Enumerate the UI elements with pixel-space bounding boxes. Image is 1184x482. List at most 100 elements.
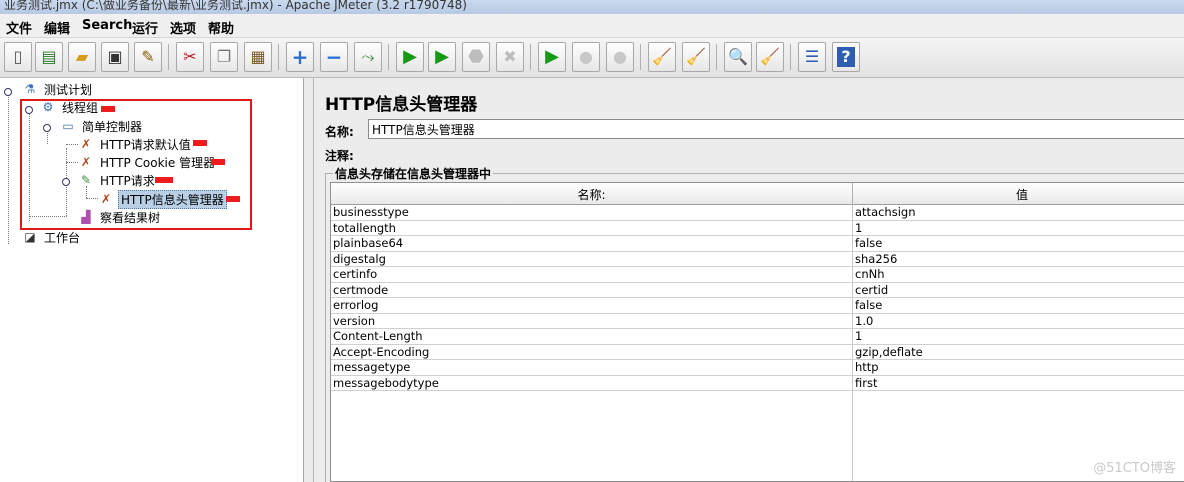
header-value-cell[interactable]: attachsign [853,205,1184,220]
remote-stop-button[interactable]: ● [572,42,600,72]
table-row[interactable]: businesstype attachsign [331,205,1184,221]
templates-button[interactable]: ▤ [35,42,63,72]
toolbar-separator [530,44,531,70]
menu-file[interactable]: 文件 [6,18,32,37]
header-value-cell[interactable]: 1 [853,329,1184,344]
cut-icon: ✂ [183,47,197,66]
remote-start-button[interactable]: ▶ [538,42,566,72]
column-header-name[interactable]: 名称: [331,183,853,205]
header-value-cell[interactable]: 1 [853,221,1184,236]
name-input[interactable] [368,119,1184,139]
header-value-cell[interactable]: false [853,236,1184,251]
copy-button[interactable]: ❐ [210,42,238,72]
header-value-cell[interactable]: cnNh [853,267,1184,282]
header-name-cell[interactable]: version [331,314,851,329]
name-label: 名称: [325,125,354,139]
table-row[interactable]: version 1.0 [331,314,1184,329]
clear-all-button[interactable]: 🧹 [682,42,710,72]
save-button[interactable]: ▣ [101,42,129,72]
toolbar-separator [716,44,717,70]
toggle-button[interactable]: ⤳ [354,42,382,72]
headers-group-title: 信息头存储在信息头管理器中 [333,165,494,182]
header-value-cell[interactable]: 1.0 [853,314,1184,329]
menu-run[interactable]: 运行 [132,18,158,37]
menu-search[interactable]: Search [82,18,132,33]
tree-node-label: 工作台 [44,230,81,245]
header-manager-panel: HTTP信息头管理器 名称: 注释: 信息头存储在信息头管理器中 名称: 值 b… [315,78,1184,482]
table-row[interactable]: messagebodytype first [331,376,1184,391]
toolbar-separator [790,44,791,70]
header-name-cell[interactable]: errorlog [331,298,851,313]
header-name-cell[interactable]: businesstype [331,205,851,220]
open-button[interactable]: ▰ [68,42,96,72]
function-helper-button[interactable]: ☰ [798,42,826,72]
function-helper-icon: ☰ [804,47,820,66]
table-row[interactable]: messagetype http [331,360,1184,376]
new-icon: ▯ [13,47,23,66]
header-value-cell[interactable]: gzip,deflate [853,345,1184,360]
header-value-cell[interactable]: sha256 [853,252,1184,267]
header-name-cell[interactable]: Accept-Encoding [331,345,851,360]
remote-shutdown-icon: ● [613,47,627,66]
menu-bar: 文件 编辑 Search 运行 选项 帮助 [0,14,1184,38]
workbench-icon: ◪ [24,230,36,244]
start-no-pause-button[interactable]: ▶ [428,42,456,72]
table-row[interactable]: Content-Length 1 [331,329,1184,345]
stop-button[interactable]: ⬣ [462,42,490,72]
header-value-cell[interactable]: certid [853,283,1184,298]
shutdown-button[interactable]: ✖ [496,42,524,72]
tree-connector [8,92,9,244]
start-no-pause-icon: ▶ [435,46,449,67]
table-row[interactable]: Accept-Encoding gzip,deflate [331,345,1184,360]
search-button[interactable]: 🔍 [724,42,752,72]
reset-search-button[interactable]: 🧹 [756,42,784,72]
header-name-cell[interactable]: Content-Length [331,329,851,344]
remote-stop-icon: ● [579,47,593,66]
menu-edit[interactable]: 编辑 [44,18,70,37]
header-name-cell[interactable]: certmode [331,283,851,298]
toolbar-separator [640,44,641,70]
table-row[interactable]: plainbase64 false [331,236,1184,252]
column-header-value[interactable]: 值 [853,183,1184,205]
header-name-cell[interactable]: totallength [331,221,851,236]
table-row[interactable]: certmode certid [331,283,1184,298]
header-name-cell[interactable]: messagetype [331,360,851,375]
header-name-cell[interactable]: plainbase64 [331,236,851,251]
flask-icon: ⚗ [24,82,36,96]
clear-button[interactable]: 🧹 [648,42,676,72]
watermark: @51CTO博客 [1093,461,1176,476]
collapse-all-button[interactable]: − [320,42,348,72]
paste-button[interactable]: ▦ [244,42,272,72]
tree-node-test-plan[interactable]: ⚗ 测试计划 [22,80,94,98]
start-button[interactable]: ▶ [396,42,424,72]
help-button[interactable]: ? [832,42,860,72]
header-value-cell[interactable]: http [853,360,1184,375]
new-button[interactable]: ▯ [4,42,32,72]
menu-options[interactable]: 选项 [170,18,196,37]
save-as-button[interactable]: ✎ [134,42,162,72]
table-row[interactable]: certinfo cnNh [331,267,1184,283]
header-name-cell[interactable]: messagebodytype [331,376,851,391]
stop-icon: ⬣ [468,46,484,67]
tree-toggle[interactable] [4,88,12,96]
collapse-icon: − [325,45,343,69]
toolbar-separator [168,44,169,70]
copy-icon: ❐ [216,47,232,66]
remote-start-icon: ▶ [545,46,559,67]
expand-all-button[interactable]: + [286,42,314,72]
open-icon: ▰ [75,47,89,66]
remote-shutdown-button[interactable]: ● [606,42,634,72]
cut-button[interactable]: ✂ [176,42,204,72]
tree-node-workbench[interactable]: ◪ 工作台 [22,228,82,246]
menu-help[interactable]: 帮助 [208,18,234,37]
table-row[interactable]: totallength 1 [331,221,1184,236]
split-pane-divider[interactable] [304,78,314,482]
header-name-cell[interactable]: certinfo [331,267,851,282]
header-value-cell[interactable]: false [853,298,1184,313]
header-name-cell[interactable]: digestalg [331,252,851,267]
table-row[interactable]: digestalg sha256 [331,252,1184,267]
clear-all-icon: 🧹 [686,47,706,66]
table-row[interactable]: errorlog false [331,298,1184,314]
header-value-cell[interactable]: first [853,376,1184,391]
toolbar-separator [388,44,389,70]
